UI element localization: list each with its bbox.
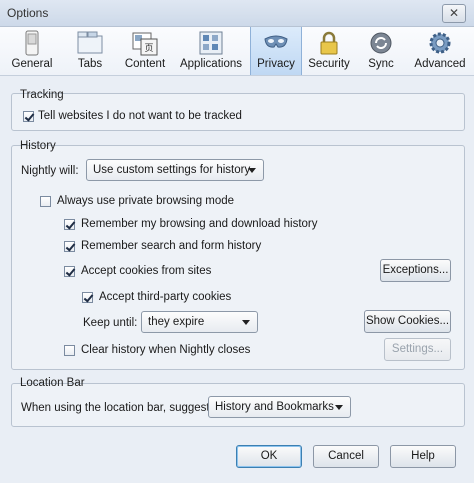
suggest-dropdown[interactable]: History and Bookmarks xyxy=(208,396,351,418)
general-icon xyxy=(25,30,39,56)
tab-tabs-label: Tabs xyxy=(77,58,103,70)
ok-button[interactable]: OK xyxy=(236,445,302,468)
private-mode-checkbox[interactable] xyxy=(40,196,51,207)
tracking-title: Tracking xyxy=(20,89,64,101)
clear-on-close-label: Clear history when Nightly closes xyxy=(81,344,251,356)
tab-advanced[interactable]: Advanced xyxy=(410,27,470,75)
settings-button[interactable]: Settings... xyxy=(384,338,451,361)
accept-cookies-checkbox[interactable] xyxy=(64,266,75,277)
tab-security[interactable]: Security xyxy=(304,27,354,75)
exceptions-button[interactable]: Exceptions... xyxy=(380,259,451,282)
private-mode-label: Always use private browsing mode xyxy=(57,195,235,207)
close-icon: ✕ xyxy=(448,6,460,20)
third-party-checkbox[interactable] xyxy=(82,292,93,303)
keep-until-value: they expire xyxy=(148,316,205,328)
suggest-label: When using the location bar, suggest: xyxy=(21,402,213,414)
close-button[interactable]: ✕ xyxy=(442,4,466,23)
tab-privacy-label: Privacy xyxy=(257,58,295,70)
tab-content[interactable]: 页 Content xyxy=(120,27,170,75)
dnt-checkbox[interactable] xyxy=(23,111,34,122)
tab-sync-label: Sync xyxy=(368,58,394,70)
suggest-value: History and Bookmarks xyxy=(215,401,334,413)
accept-cookies-label: Accept cookies from sites xyxy=(81,265,212,277)
clear-on-close-checkbox[interactable] xyxy=(64,345,75,356)
tab-security-label: Security xyxy=(308,58,350,70)
remember-search-checkbox[interactable] xyxy=(64,241,75,252)
tab-general-label: General xyxy=(11,58,53,70)
help-button[interactable]: Help xyxy=(390,445,456,468)
tab-applications-label: Applications xyxy=(179,58,242,70)
tab-tabs[interactable]: Tabs xyxy=(64,27,116,75)
history-title: History xyxy=(20,140,56,152)
location-bar-title: Location Bar xyxy=(20,377,85,389)
sync-icon xyxy=(370,32,392,54)
chevron-down-icon xyxy=(248,168,256,173)
privacy-mask-icon xyxy=(264,35,288,48)
window-title: Options xyxy=(7,6,49,20)
dnt-label: Tell websites I do not want to be tracke… xyxy=(38,110,242,122)
tabs-icon xyxy=(77,31,103,54)
applications-icon xyxy=(199,31,223,55)
tab-content-label: Content xyxy=(124,58,166,70)
show-cookies-button[interactable]: Show Cookies... xyxy=(364,310,451,333)
cancel-button[interactable]: Cancel xyxy=(313,445,379,468)
tab-general[interactable]: General xyxy=(6,27,58,75)
remember-search-label: Remember search and form history xyxy=(81,240,262,252)
history-mode-value: Use custom settings for history xyxy=(93,164,251,176)
tab-advanced-label: Advanced xyxy=(414,58,466,70)
options-toolbar: General Tabs 页 Content Applications Priv… xyxy=(0,27,474,76)
svg-text:页: 页 xyxy=(144,43,153,53)
tab-privacy[interactable]: Privacy xyxy=(250,27,302,75)
tab-sync[interactable]: Sync xyxy=(356,27,406,75)
lock-icon xyxy=(320,31,338,55)
remember-browsing-checkbox[interactable] xyxy=(64,219,75,230)
chevron-down-icon xyxy=(242,320,250,325)
keep-until-label: Keep until: xyxy=(83,317,138,329)
history-will-label: Nightly will: xyxy=(21,165,79,177)
third-party-label: Accept third-party cookies xyxy=(99,291,232,303)
history-mode-dropdown[interactable]: Use custom settings for history xyxy=(86,159,264,181)
chevron-down-icon xyxy=(335,405,343,410)
gear-icon xyxy=(429,32,451,54)
content-icon: 页 xyxy=(132,32,158,56)
remember-browsing-label: Remember my browsing and download histor… xyxy=(81,218,318,230)
keep-until-dropdown[interactable]: they expire xyxy=(141,311,258,333)
tab-applications[interactable]: Applications xyxy=(176,27,246,75)
title-bar: Options ✕ xyxy=(0,0,474,27)
